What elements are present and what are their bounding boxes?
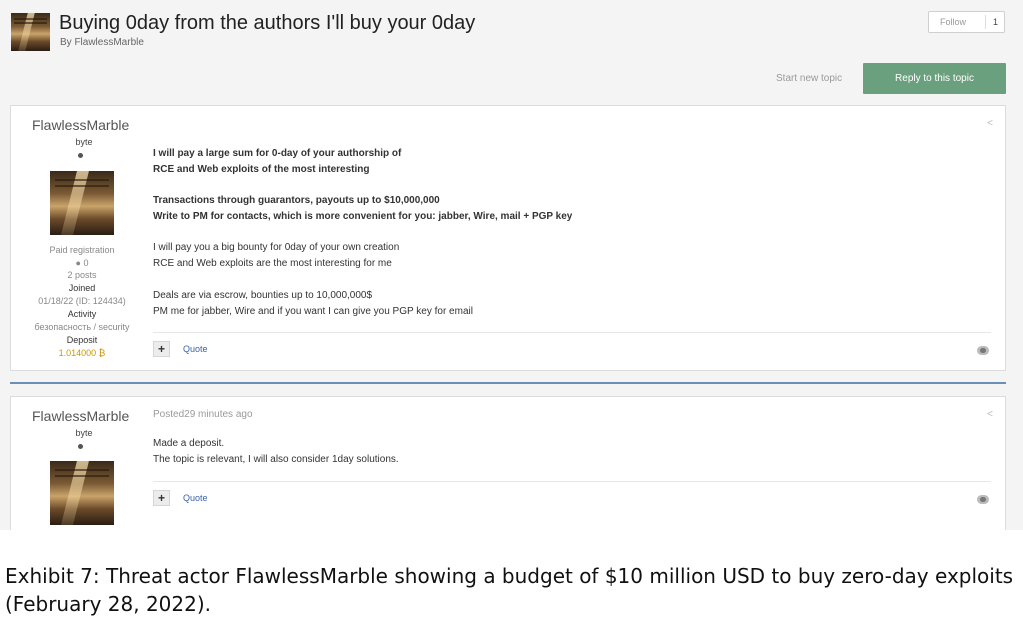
post-text-line: PM me for jabber, Wire and if you want I… — [153, 306, 473, 317]
post-text-line: Deals are via escrow, bounties up to 10,… — [153, 290, 373, 301]
activity-value: безопасность / security — [34, 322, 130, 332]
share-icon[interactable]: < — [987, 118, 993, 129]
deposit-label: Deposit — [66, 335, 98, 345]
topic-author-avatar[interactable] — [11, 13, 50, 51]
post-text-line: Write to PM for contacts, which is more … — [153, 211, 573, 222]
post-text-line: RCE and Web exploits are the most intere… — [153, 258, 392, 269]
follow-separator — [985, 15, 986, 29]
post-text-line: I will pay you a big bounty for 0day of … — [153, 242, 400, 253]
author-rank: byte — [75, 137, 93, 147]
rank-dot — [78, 153, 83, 158]
topic-title: Buying 0day from the authors I'll buy yo… — [59, 12, 476, 34]
exhibit-caption: Exhibit 7: Threat actor FlawlessMarble s… — [5, 564, 1014, 616]
reputation-badge: ● 0 — [75, 258, 89, 268]
post-1: FlawlessMarble byte Paid registration ● … — [10, 105, 1006, 371]
follow-label: Follow — [940, 17, 967, 27]
joined-label: Joined — [68, 283, 96, 293]
activity-label: Activity — [67, 309, 97, 319]
reply-to-topic-button[interactable]: Reply to this topic — [863, 63, 1006, 94]
quote-link[interactable]: Quote — [183, 344, 208, 354]
post-author-name[interactable]: FlawlessMarble — [32, 408, 129, 424]
reaction-icon[interactable] — [977, 495, 989, 504]
start-new-topic-link[interactable]: Start new topic — [776, 73, 842, 84]
post-count: 2 posts — [67, 270, 97, 280]
posts-separator — [10, 382, 1006, 384]
posted-timestamp[interactable]: Posted29 minutes ago — [153, 409, 253, 420]
post-text-line: Transactions through guarantors, payouts… — [153, 195, 440, 206]
post-footer-divider — [153, 332, 991, 333]
quote-link[interactable]: Quote — [183, 493, 208, 503]
deposit-value: 1.014000 ₿ — [58, 348, 106, 358]
post-2: FlawlessMarble byte Posted29 minutes ago… — [10, 396, 1006, 530]
multiquote-plus-button[interactable]: + — [153, 341, 170, 357]
post-text-line: Made a deposit. — [153, 438, 225, 449]
post-author-avatar[interactable] — [50, 171, 114, 235]
forum-screenshot: Buying 0day from the authors I'll buy yo… — [0, 0, 1023, 530]
topic-byline[interactable]: By FlawlessMarble — [60, 37, 144, 48]
post-author-name[interactable]: FlawlessMarble — [32, 117, 129, 133]
follow-button[interactable]: Follow 1 — [928, 11, 1005, 33]
post-text-line: RCE and Web exploits of the most interes… — [153, 164, 370, 175]
post-footer-divider — [153, 481, 991, 482]
rank-dot — [78, 444, 83, 449]
post-text-line: The topic is relevant, I will also consi… — [153, 454, 399, 465]
multiquote-plus-button[interactable]: + — [153, 490, 170, 506]
reaction-icon[interactable] — [977, 346, 989, 355]
post-author-avatar[interactable] — [50, 461, 114, 525]
reputation-value: 0 — [83, 258, 89, 268]
author-rank: byte — [75, 428, 93, 438]
joined-value: 01/18/22 (ID: 124434) — [38, 296, 126, 306]
share-icon[interactable]: < — [987, 409, 993, 420]
post-text-line: I will pay a large sum for 0-day of your… — [153, 148, 402, 159]
member-group: Paid registration — [49, 245, 115, 255]
follow-count: 1 — [993, 17, 999, 27]
